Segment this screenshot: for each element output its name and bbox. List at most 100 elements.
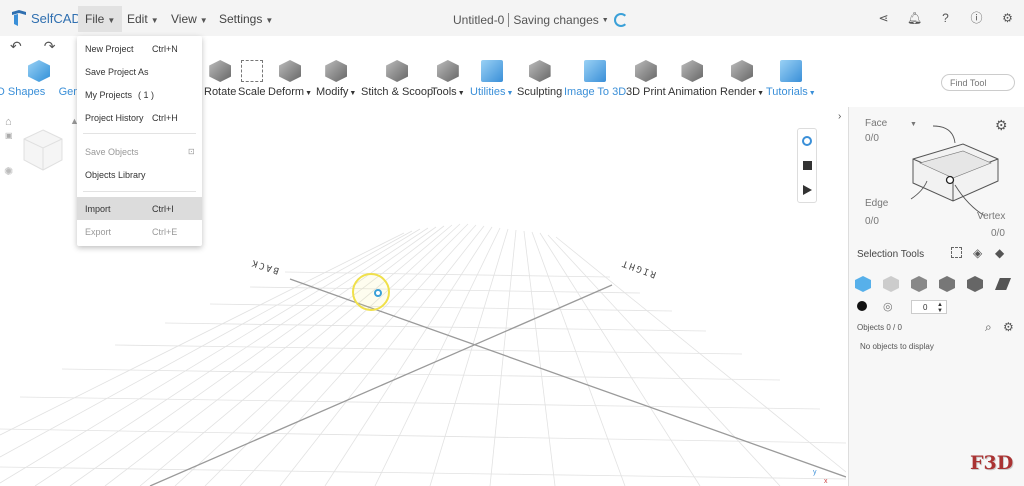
file-menu-label: File [85,12,105,26]
top-right-actions: ⋖ 🔔︎ ? ⓘ ⚙ [877,11,1014,26]
caret-down-icon[interactable]: ▼ [602,17,609,24]
file-menu[interactable]: File ▼ [78,6,123,32]
select-edges-icon[interactable] [939,276,955,292]
view-cube-icon[interactable] [22,128,64,172]
menu-item-objects-library[interactable]: Objects Library [77,163,202,186]
stepper-arrows-icon[interactable]: ▲ ▼ [937,302,943,314]
tool-deform[interactable]: Deform▼ [268,60,312,98]
tool-label: Stitch & Scoop [361,86,434,98]
tool-image-to-3d[interactable]: Image To 3D [564,60,626,98]
selfcad-logo-icon [12,10,26,26]
project-title[interactable]: Untitled-0 [453,13,504,27]
select-group-icon[interactable]: ◆ [995,246,1004,260]
fit-view-icon[interactable]: ▣ [5,131,13,140]
tolerance-stepper[interactable]: 0 ▲ ▼ [911,300,947,314]
menu-item-label: Export [85,226,112,237]
menu-item-project-history[interactable]: Project History Ctrl+H [77,106,202,129]
3d-print-icon [634,60,657,82]
selection-mode-cube-icon[interactable] [893,121,1003,221]
select-faces-icon[interactable] [911,276,927,292]
objects-count: Objects 0 / 0 [857,323,902,332]
history-controls: ↶ ↷ [10,38,55,55]
deform-icon [279,60,301,82]
target-icon[interactable] [802,136,812,147]
image-to-3d-icon [584,60,607,82]
select-wireframe-icon[interactable] [883,276,899,292]
tool-3d-shapes[interactable]: 3D Shapes [0,60,50,98]
tool-label: Render▼ [720,86,765,98]
settings-gear-icon[interactable]: ⚙ [1001,11,1014,25]
tool-sculpting[interactable]: Sculpting [517,60,562,98]
tool-label: Animation [668,86,717,98]
edit-menu-label: Edit [127,12,148,26]
menu-item-import[interactable]: Import Ctrl+I [77,197,202,220]
sync-spinner-icon [613,13,628,27]
menu-item-my-projects[interactable]: My Projects ( 1 ) [77,83,202,106]
select-vertices-icon[interactable] [967,276,983,292]
cursor-highlight-ring [352,273,390,311]
notifications-bell-icon[interactable]: 🔔︎ [907,11,922,25]
redo-icon[interactable]: ↷ [44,38,56,55]
tool-tutorials[interactable]: Tutorials▼ [766,60,816,98]
tool-label: Image To 3D [564,86,627,98]
edge-count: 0/0 [865,216,879,227]
menu-item-shortcut: Ctrl+N [152,43,178,54]
edit-menu[interactable]: Edit ▼ [127,12,159,26]
tools-icon [436,60,459,82]
tool-label: Sculpting [517,86,563,98]
tool-tools[interactable]: Tools▼ [431,60,465,98]
caret-down-icon: ▼ [107,16,116,25]
menu-item-new-project[interactable]: New Project Ctrl+N [77,37,202,60]
face-label: Face [865,118,888,129]
share-icon[interactable]: ⋖ [877,11,890,25]
menu-item-label: Save Project As [85,66,149,77]
view-menu[interactable]: View ▼ [171,12,208,26]
search-icon[interactable]: ⌕ [985,320,992,335]
select-plane-icon[interactable] [995,278,1011,290]
selection-tools-title: Selection Tools [857,249,925,260]
tool-rotate[interactable]: Rotate [204,60,236,98]
stop-icon[interactable] [802,160,812,170]
tool-utilities[interactable]: Utilities▼ [470,60,513,98]
tool-stitch-scoop[interactable]: Stitch & Scoop [361,60,433,98]
info-icon[interactable]: ⓘ [970,11,983,25]
play-icon[interactable] [802,184,812,195]
menu-item-save-project-as[interactable]: Save Project As [77,60,202,83]
app-logo[interactable]: SelfCAD [10,9,81,27]
orbit-icon[interactable]: ✺ [4,165,13,178]
home-icon[interactable]: ⌂ [5,116,12,128]
select-box-icon[interactable] [951,247,962,258]
tool-render[interactable]: Render▼ [720,60,764,98]
tool-scale[interactable]: Scale [238,60,266,98]
find-tool-input[interactable] [941,74,1015,91]
animation-icon [681,60,704,82]
menu-item-label: Objects Library [85,169,146,180]
tool-label: Scale [238,86,266,98]
menu-item-save-objects[interactable]: Save Objects ⊡ [77,140,202,163]
viewport-mini-toolbar [797,128,817,203]
tutorials-icon [779,60,802,82]
settings-menu[interactable]: Settings ▼ [219,12,273,26]
view-menu-label: View [171,12,197,26]
tool-modify[interactable]: Modify▼ [316,60,356,98]
help-icon[interactable]: ? [939,11,952,25]
select-mesh-icon[interactable]: ◈ [973,246,982,260]
file-dropdown-menu: New Project Ctrl+N Save Project As My Pr… [77,36,202,246]
tool-label: 3D Shapes [0,86,46,98]
select-object-icon[interactable] [855,276,871,292]
caret-down-icon: ▼ [150,16,159,25]
menu-item-export[interactable]: Export Ctrl+E [77,220,202,243]
menu-item-label: Save Objects [85,146,139,157]
tool-3d-print[interactable]: 3D Print [626,60,666,98]
menu-item-shortcut: Ctrl+H [152,112,178,123]
tool-animation[interactable]: Animation [668,60,717,98]
color-black-icon[interactable] [857,301,867,311]
undo-icon[interactable]: ↶ [10,38,22,55]
menu-item-label: New Project [85,43,134,54]
modify-icon [325,60,348,82]
panel-collapse-icon[interactable]: › [838,111,841,122]
menu-item-shortcut: Ctrl+E [152,226,178,237]
objects-settings-gear-icon[interactable]: ⚙ [1003,320,1014,334]
render-icon [731,60,753,82]
pattern-icon[interactable]: ◎ [883,300,893,313]
